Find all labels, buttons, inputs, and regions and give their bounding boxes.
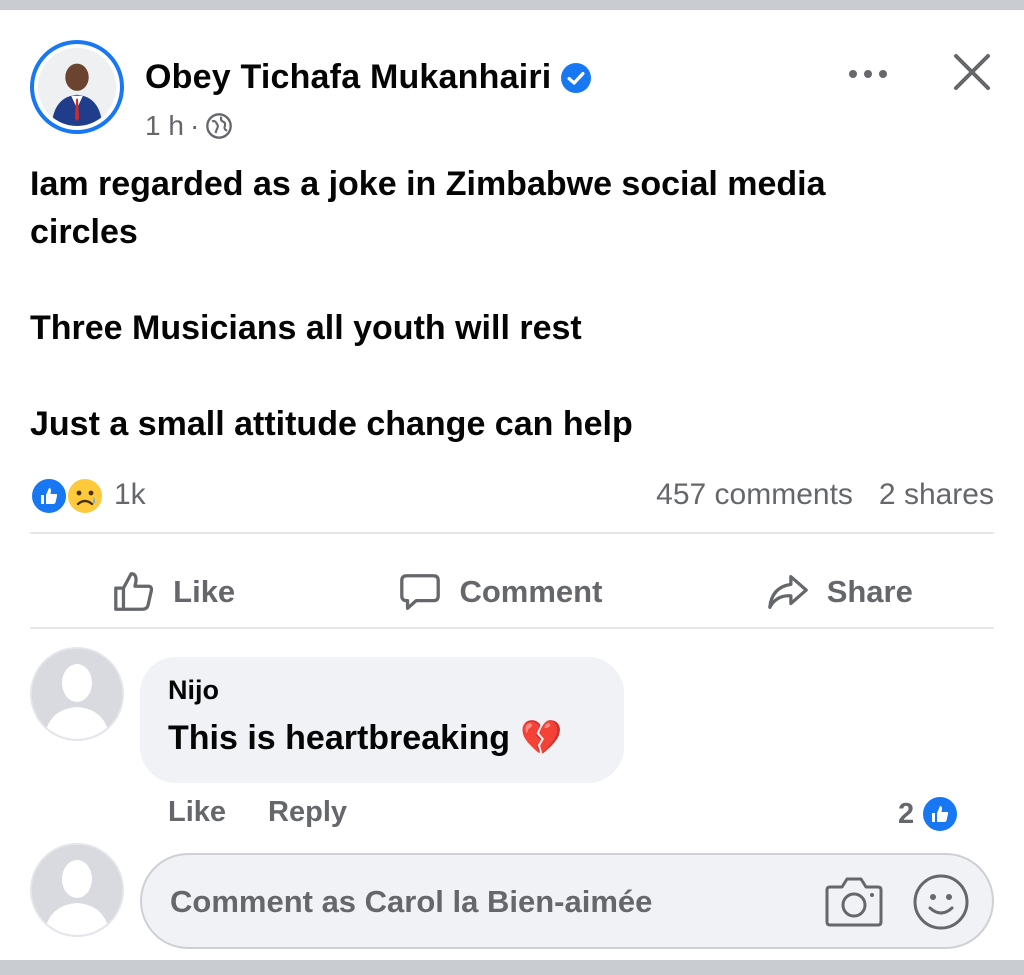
broken-heart-icon: 💔	[520, 719, 563, 757]
reaction-count: 1k	[114, 478, 146, 511]
camera-button[interactable]	[824, 873, 884, 929]
like-button[interactable]: Like	[111, 569, 235, 615]
camera-icon	[825, 877, 883, 927]
current-user-avatar[interactable]	[30, 843, 124, 937]
post-meta: 1 h ·	[145, 110, 233, 142]
commenter-avatar[interactable]	[30, 647, 124, 741]
comment-button[interactable]: Comment	[397, 569, 602, 615]
comment-like-number: 2	[898, 797, 915, 830]
divider	[30, 627, 994, 629]
reaction-summary[interactable]: 1k	[30, 475, 146, 515]
close-button[interactable]	[950, 50, 994, 94]
post-line: Three Musicians all youth will rest	[30, 309, 582, 347]
comment-bubble: Nijo This is heartbreaking 💔	[140, 657, 624, 783]
comment-like-button[interactable]: Like	[168, 796, 226, 829]
smiley-icon	[913, 874, 969, 930]
sad-icon	[66, 477, 104, 515]
comment-actions: Like Reply	[168, 796, 347, 829]
more-options-button[interactable]	[846, 62, 890, 86]
divider	[30, 532, 994, 534]
action-bar: Like Comment Share	[30, 550, 994, 634]
globe-icon	[206, 113, 233, 139]
post-line: Just a small attitude change can help	[30, 405, 633, 443]
comment-author[interactable]: Nijo	[168, 675, 596, 706]
comment-input[interactable]	[170, 877, 790, 927]
default-profile-icon	[32, 649, 122, 739]
comment-compose-box[interactable]	[140, 853, 994, 949]
comment-like-count[interactable]: 2	[898, 794, 961, 834]
author-name-text[interactable]: Obey Tichafa Mukanhairi	[145, 58, 551, 97]
thumbs-up-icon	[114, 572, 154, 611]
verified-badge-icon	[561, 62, 592, 93]
comment-label: Comment	[459, 574, 603, 609]
like-icon	[920, 794, 961, 834]
more-dots-icon	[849, 70, 887, 78]
post-card: Obey Tichafa Mukanhairi 1 h · Iam regard…	[0, 10, 1024, 960]
comments-count[interactable]: 457 comments	[656, 478, 853, 512]
comment-text: This is heartbreaking	[168, 718, 510, 757]
comment-reply-button[interactable]: Reply	[268, 796, 347, 829]
like-icon	[30, 477, 68, 515]
post-body: Iam regarded as a joke in Zimbabwe socia…	[30, 160, 990, 448]
like-label: Like	[173, 574, 236, 609]
post-time[interactable]: 1 h	[145, 110, 184, 142]
post-line: Iam regarded as a joke in Zimbabwe socia…	[30, 165, 826, 251]
author-photo	[38, 48, 116, 126]
share-button[interactable]: Share	[765, 569, 913, 615]
share-label: Share	[826, 574, 913, 609]
author-avatar[interactable]	[30, 40, 124, 134]
share-arrow-icon	[767, 575, 808, 609]
shares-count[interactable]: 2 shares	[879, 478, 994, 512]
author-name[interactable]: Obey Tichafa Mukanhairi	[145, 58, 592, 97]
meta-separator: ·	[189, 110, 200, 141]
close-icon	[954, 54, 990, 90]
default-profile-icon	[32, 845, 122, 935]
post-stats: 457 comments 2 shares	[656, 478, 994, 512]
comment-icon	[400, 574, 441, 610]
comment-text-row: This is heartbreaking 💔	[168, 718, 596, 758]
emoji-button[interactable]	[912, 873, 970, 931]
